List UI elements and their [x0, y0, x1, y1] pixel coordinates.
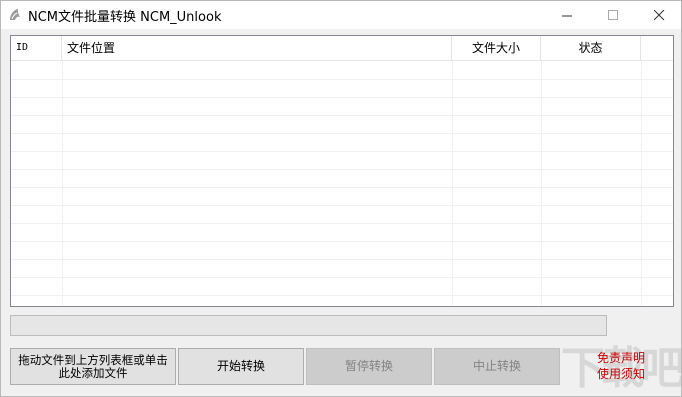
maximize-button[interactable]: [590, 1, 636, 29]
row-gridline: [11, 151, 673, 152]
column-gridline: [641, 61, 642, 306]
row-gridline: [11, 97, 673, 98]
maximize-icon: [607, 9, 619, 21]
stop-convert-button[interactable]: 中止转换: [434, 348, 560, 385]
file-list-header: ID 文件位置 文件大小 状态: [11, 36, 673, 61]
row-gridline: [11, 259, 673, 260]
row-gridline: [11, 133, 673, 134]
row-gridline: [11, 241, 673, 242]
column-header-size[interactable]: 文件大小: [452, 36, 541, 60]
add-files-button[interactable]: 拖动文件到上方列表框或单击此处添加文件: [10, 348, 176, 385]
app-window: NCM文件批量转换 NCM_Unlook ID 文件位置 文件大小 状态 拖动文…: [0, 0, 682, 397]
column-header-id[interactable]: ID: [11, 36, 62, 60]
row-gridline: [11, 295, 673, 296]
column-header-location[interactable]: 文件位置: [62, 36, 452, 60]
pause-convert-button[interactable]: 暂停转换: [306, 348, 432, 385]
start-convert-button[interactable]: 开始转换: [178, 348, 304, 385]
column-header-filler: [641, 36, 673, 60]
row-gridline: [11, 277, 673, 278]
window-title: NCM文件批量转换 NCM_Unlook: [28, 10, 222, 25]
file-list[interactable]: ID 文件位置 文件大小 状态: [10, 35, 674, 307]
column-gridline: [62, 61, 63, 306]
row-gridline: [11, 79, 673, 80]
row-gridline: [11, 205, 673, 206]
title-bar[interactable]: NCM文件批量转换 NCM_Unlook: [1, 1, 681, 29]
minimize-icon: [561, 10, 573, 21]
row-gridline: [11, 223, 673, 224]
close-icon: [653, 9, 665, 21]
row-gridline: [11, 187, 673, 188]
disclaimer-link[interactable]: 免责声明 使用须知: [589, 350, 653, 382]
row-gridline: [11, 169, 673, 170]
progress-bar: [10, 315, 607, 336]
disclaimer-line-1: 免责声明: [596, 351, 645, 365]
disclaimer-line-2: 使用须知: [596, 367, 645, 381]
column-gridline: [452, 61, 453, 306]
close-button[interactable]: [636, 1, 682, 29]
column-gridline: [541, 61, 542, 306]
column-header-status[interactable]: 状态: [541, 36, 641, 60]
app-logo-icon: [7, 7, 23, 23]
minimize-button[interactable]: [544, 1, 590, 29]
row-gridline: [11, 115, 673, 116]
